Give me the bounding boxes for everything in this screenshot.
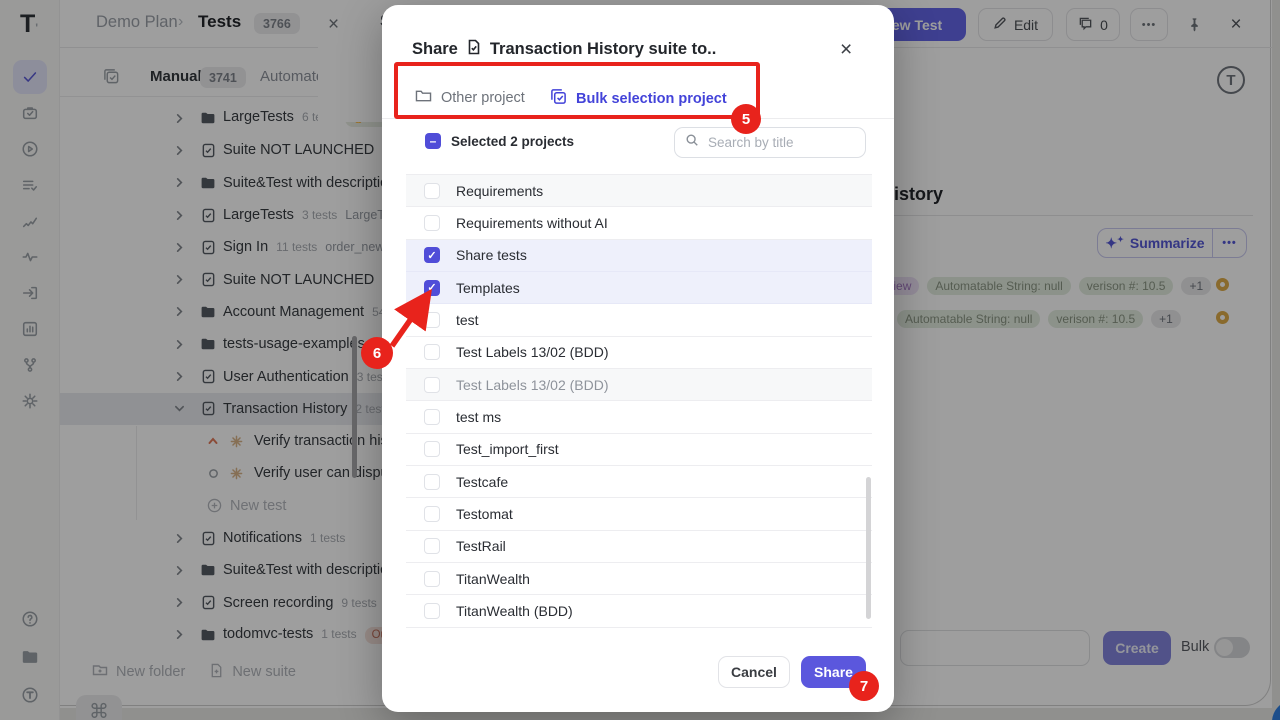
project-label: Requirements (456, 183, 543, 199)
project-checkbox[interactable] (424, 571, 440, 587)
project-list: Requirements Requirements without AI ✓ Shar… (406, 174, 872, 628)
project-checkbox[interactable] (424, 538, 440, 554)
cancel-button[interactable]: Cancel (718, 656, 790, 688)
project-row[interactable]: Test Labels 13/02 (BDD) (406, 369, 872, 401)
project-checkbox[interactable] (424, 409, 440, 425)
project-label: Testcafe (456, 474, 508, 490)
project-row[interactable]: TitanWealth (BDD) (406, 595, 872, 627)
project-label: test ms (456, 409, 501, 425)
project-checkbox[interactable]: ✓ (424, 247, 440, 263)
project-label: test (456, 312, 479, 328)
project-row[interactable]: ✓Templates (406, 272, 872, 304)
project-row[interactable]: TestRail (406, 531, 872, 563)
step-badge-7: 7 (849, 671, 879, 701)
project-checkbox[interactable] (424, 441, 440, 457)
project-row[interactable]: Test Labels 13/02 (BDD) (406, 337, 872, 369)
project-checkbox[interactable] (424, 183, 440, 199)
step-badge-5: 5 (731, 104, 761, 134)
project-label: TitanWealth (BDD) (456, 603, 573, 619)
project-row[interactable]: ✓ Share tests (406, 240, 872, 272)
modal-title-prefix: Share (412, 40, 458, 59)
project-label: Requirements without AI (456, 215, 608, 231)
project-row[interactable]: Testomat (406, 498, 872, 530)
project-checkbox[interactable] (424, 506, 440, 522)
select-all-checkbox[interactable]: – (425, 133, 441, 149)
project-label: Share tests (456, 247, 527, 263)
project-checkbox[interactable] (424, 377, 440, 393)
project-row[interactable]: TitanWealth (406, 563, 872, 595)
project-row[interactable]: test ms (406, 401, 872, 433)
search-box[interactable] (674, 127, 866, 158)
project-label: TestRail (456, 538, 506, 554)
modal-title: Share Transaction History suite to.. (412, 39, 716, 60)
search-input[interactable] (706, 134, 846, 151)
project-checkbox[interactable] (424, 603, 440, 619)
modal-scrollbar[interactable] (866, 477, 871, 619)
project-row[interactable]: Requirements without AI (406, 207, 872, 239)
project-label: Test Labels 13/02 (BDD) (456, 344, 609, 360)
project-label: Test Labels 13/02 (BDD) (456, 377, 609, 393)
selected-summary: Selected 2 projects (451, 134, 574, 149)
project-label: Templates (456, 280, 520, 296)
search-icon (685, 133, 699, 152)
modal-title-rest: Transaction History suite to.. (490, 40, 716, 59)
annotation-box-tabs (394, 62, 760, 119)
doc-check-icon (466, 39, 482, 60)
project-checkbox[interactable] (424, 215, 440, 231)
project-row[interactable]: test (406, 304, 872, 336)
step-badge-6: 6 (361, 337, 393, 369)
project-row[interactable]: Test_import_first (406, 434, 872, 466)
project-checkbox[interactable] (424, 474, 440, 490)
modal-close-icon[interactable]: × (840, 38, 852, 62)
project-label: Test_import_first (456, 441, 559, 457)
project-label: Testomat (456, 506, 513, 522)
project-row[interactable]: Testcafe (406, 466, 872, 498)
project-row[interactable]: Requirements (406, 175, 872, 207)
app-root: T' Demo Plan › Tests 3766 New Test Edit … (0, 0, 1280, 720)
project-label: TitanWealth (456, 571, 530, 587)
